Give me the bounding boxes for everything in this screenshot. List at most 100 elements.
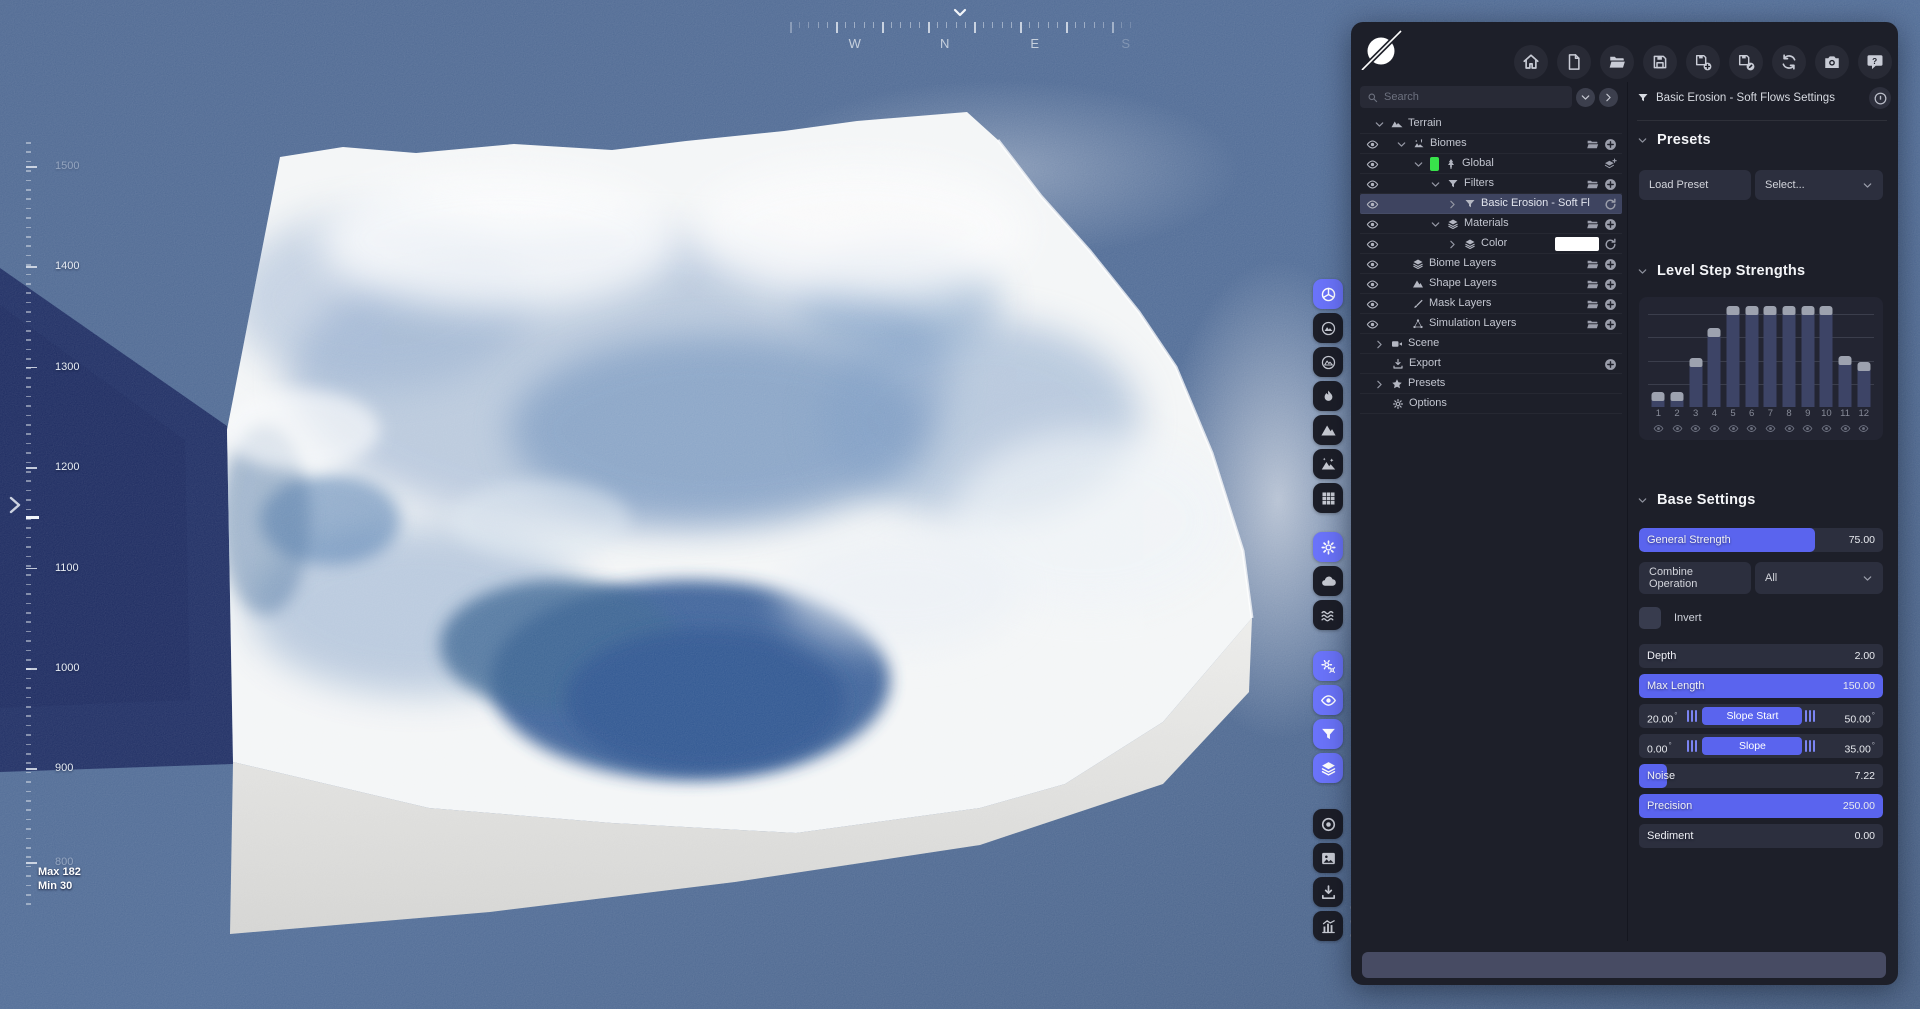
preset-select[interactable]: Select...: [1755, 170, 1883, 200]
tree-collapse-all-button[interactable]: [1576, 87, 1595, 107]
level-step-eye-toggle[interactable]: [1836, 422, 1855, 434]
tree-item-biome-layers[interactable]: Biome Layers: [1360, 254, 1622, 274]
save-as-button[interactable]: [1686, 45, 1720, 79]
toggle-processing-button[interactable]: [1313, 651, 1343, 681]
color-value-swatch[interactable]: [1555, 237, 1599, 251]
level-step-slider-12[interactable]: [1854, 297, 1873, 407]
visibility-eye-icon[interactable]: [1366, 178, 1379, 191]
range-segment[interactable]: Slope: [1702, 737, 1803, 755]
environment-water-button[interactable]: [1313, 600, 1343, 630]
save-rename-button[interactable]: [1729, 45, 1763, 79]
tree-item-scene[interactable]: Scene: [1360, 334, 1622, 354]
tree-item-biomes[interactable]: Biomes: [1360, 134, 1622, 154]
tree-item-filters[interactable]: Filters: [1360, 174, 1622, 194]
visibility-eye-icon[interactable]: [1366, 218, 1379, 231]
level-step-eye-toggle[interactable]: [1780, 422, 1799, 434]
level-step-eye-toggle[interactable]: [1817, 422, 1836, 434]
level-step-eye-toggle[interactable]: [1705, 422, 1724, 434]
level-step-handle[interactable]: [1801, 306, 1815, 315]
level-step-eye-toggle[interactable]: [1742, 422, 1761, 434]
level-step-slider-5[interactable]: [1724, 297, 1743, 407]
refresh-icon[interactable]: [1604, 238, 1617, 251]
level-step-slider-6[interactable]: [1742, 297, 1761, 407]
tree-item-materials[interactable]: Materials: [1360, 214, 1622, 234]
tree-item-global[interactable]: Global: [1360, 154, 1622, 174]
level-step-slider-8[interactable]: [1780, 297, 1799, 407]
chevron-down-icon[interactable]: [1396, 139, 1407, 150]
level-step-slider-7[interactable]: [1761, 297, 1780, 407]
range-left-handle[interactable]: [1687, 710, 1697, 722]
layer-color-swatch[interactable]: [1430, 157, 1439, 171]
new-project-button[interactable]: [1557, 45, 1591, 79]
folder-icon[interactable]: [1586, 138, 1599, 151]
level-step-eye-toggle[interactable]: [1854, 422, 1873, 434]
view-heightmap-button[interactable]: [1313, 415, 1343, 445]
slope-range-slider[interactable]: Slope 0.00° 35.00°: [1639, 734, 1883, 758]
visibility-eye-icon[interactable]: [1366, 298, 1379, 311]
rebuild-button[interactable]: [1772, 45, 1806, 79]
level-step-eye-toggle[interactable]: [1761, 422, 1780, 434]
help-button[interactable]: ?: [1858, 45, 1892, 79]
screenshot-button[interactable]: [1815, 45, 1849, 79]
range-right-handle[interactable]: [1805, 740, 1815, 752]
precision-slider[interactable]: Precision 250.00: [1639, 794, 1883, 818]
record-button[interactable]: [1313, 809, 1343, 839]
level-step-slider-11[interactable]: [1836, 297, 1855, 407]
visibility-eye-icon[interactable]: [1366, 198, 1379, 211]
level-step-handle[interactable]: [1651, 391, 1665, 401]
open-project-button[interactable]: [1600, 45, 1634, 79]
plus-icon[interactable]: [1604, 178, 1617, 191]
settings-info-button[interactable]: [1869, 87, 1891, 109]
level-step-slider-2[interactable]: [1668, 297, 1687, 407]
tree-item-shape-layers[interactable]: Shape Layers: [1360, 274, 1622, 294]
level-step-handle[interactable]: [1763, 306, 1777, 315]
tree-expand-all-button[interactable]: [1599, 87, 1618, 107]
environment-clouds-button[interactable]: [1313, 566, 1343, 596]
level-step-eye-toggle[interactable]: [1686, 422, 1705, 434]
level-steps-section-header[interactable]: Level Step Strengths: [1637, 261, 1805, 281]
plus-icon[interactable]: [1604, 278, 1617, 291]
tree-item-presets[interactable]: Presets: [1360, 374, 1622, 394]
chevron-down-icon[interactable]: [1413, 159, 1424, 170]
view-detail-button[interactable]: [1313, 449, 1343, 479]
level-step-handle[interactable]: [1745, 306, 1759, 315]
depth-slider[interactable]: Depth 2.00: [1639, 644, 1883, 668]
view-3d-button[interactable]: [1313, 279, 1343, 309]
tree-item-color[interactable]: Color: [1360, 234, 1622, 254]
tree-item-simulation-layers[interactable]: Simulation Layers: [1360, 314, 1622, 334]
view-grid-button[interactable]: [1313, 483, 1343, 513]
level-step-slider-4[interactable]: [1705, 297, 1724, 407]
toggle-visibility-button[interactable]: [1313, 685, 1343, 715]
tree-item-export[interactable]: Export: [1360, 354, 1622, 374]
visibility-eye-icon[interactable]: [1366, 158, 1379, 171]
chevron-right-icon[interactable]: [1447, 239, 1458, 250]
level-step-handle[interactable]: [1726, 306, 1740, 315]
environment-sun-button[interactable]: [1313, 532, 1343, 562]
level-step-slider-1[interactable]: [1649, 297, 1668, 407]
range-segment[interactable]: Slope Start: [1702, 707, 1803, 725]
plus-icon[interactable]: [1604, 138, 1617, 151]
view-terrain-outline-button[interactable]: [1313, 347, 1343, 377]
chevron-right-icon[interactable]: [1374, 339, 1385, 350]
level-step-handle[interactable]: [1819, 306, 1833, 315]
refresh-icon[interactable]: [1604, 198, 1617, 211]
export-image-button[interactable]: [1313, 843, 1343, 873]
statistics-button[interactable]: [1313, 911, 1343, 941]
level-step-slider-9[interactable]: [1798, 297, 1817, 407]
plus-icon[interactable]: [1604, 358, 1617, 371]
layers-plus-icon[interactable]: [1604, 158, 1617, 171]
level-step-eye-toggle[interactable]: [1724, 422, 1743, 434]
base-settings-section-header[interactable]: Base Settings: [1637, 490, 1756, 510]
level-step-slider-10[interactable]: [1817, 297, 1836, 407]
level-step-eye-toggle[interactable]: [1668, 422, 1687, 434]
export-download-button[interactable]: [1313, 877, 1343, 907]
sediment-slider[interactable]: Sediment 0.00: [1639, 824, 1883, 848]
plus-icon[interactable]: [1604, 218, 1617, 231]
level-step-handle[interactable]: [1838, 356, 1852, 366]
plus-icon[interactable]: [1604, 258, 1617, 271]
folder-icon[interactable]: [1586, 298, 1599, 311]
visibility-eye-icon[interactable]: [1366, 258, 1379, 271]
level-step-handle[interactable]: [1689, 358, 1703, 368]
chevron-down-icon[interactable]: [1374, 119, 1385, 130]
range-right-handle[interactable]: [1805, 710, 1815, 722]
